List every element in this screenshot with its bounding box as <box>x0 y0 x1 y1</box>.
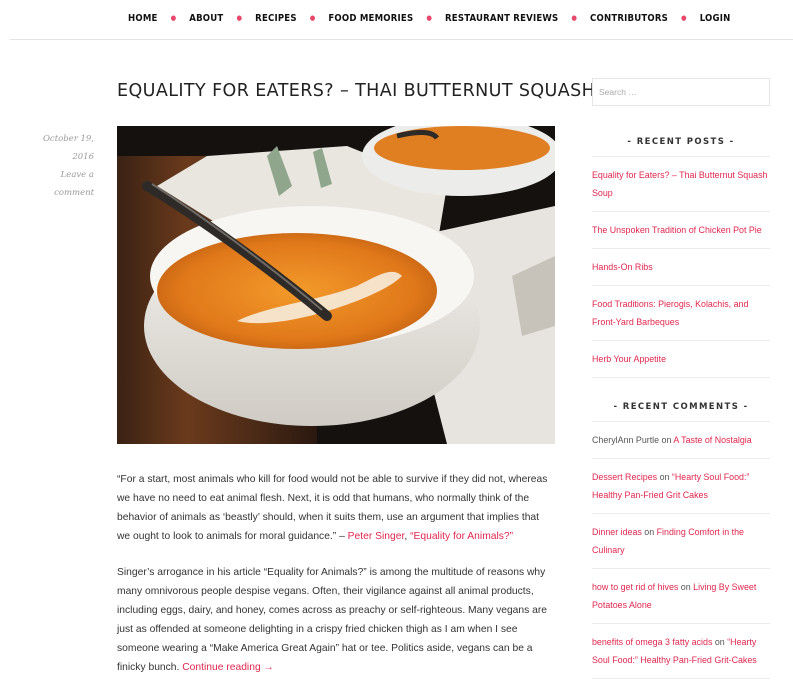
list-item: Equality for Eaters? – Thai Butternut Sq… <box>592 157 770 212</box>
recent-posts-title: - RECENT POSTS - <box>592 137 770 157</box>
comment-author-link[interactable]: Dessert Recipes <box>592 472 657 482</box>
comment-on-text: on <box>659 435 674 445</box>
comment-on-text: on <box>712 637 728 647</box>
list-item: CherylAnn Purtle on A Taste of Nostalgia <box>592 422 770 459</box>
quote-source-link[interactable]: “Equality for Animals?” <box>410 531 513 542</box>
comment-author-link[interactable]: benefits of omega 3 fatty acids <box>592 637 712 647</box>
leave-comment-link[interactable]: Leave a comment <box>22 166 94 202</box>
body-text: Singer’s arrogance in his article “Equal… <box>117 567 548 673</box>
post-title[interactable]: EQUALITY FOR EATERS? – THAI BUTTERNUT SQ… <box>117 78 651 104</box>
nav-item-food-memories[interactable]: FOOD MEMORIES <box>328 13 413 24</box>
post-content: “For a start, most animals who kill for … <box>117 470 555 684</box>
top-navigation: HOME ● ABOUT ● RECIPES ● FOOD MEMORIES ●… <box>10 0 793 40</box>
list-item: Dinner ideas on Finding Comfort in the C… <box>592 514 770 569</box>
comment-on-text: on <box>641 527 657 537</box>
comment-post-link[interactable]: A Taste of Nostalgia <box>673 435 751 445</box>
recent-post-link[interactable]: Hands-On Ribs <box>592 262 653 272</box>
recent-post-link[interactable]: The Unspoken Tradition of Chicken Pot Pi… <box>592 225 762 235</box>
nav-separator-icon: ● <box>170 14 177 22</box>
list-item: Dessert Recipes on “Hearty Soul Food:” H… <box>592 459 770 514</box>
list-item: The Unspoken Tradition of Chicken Pot Pi… <box>592 212 770 249</box>
post-featured-image <box>117 126 555 444</box>
post-date[interactable]: October 19, 2016 <box>22 130 94 166</box>
nav-menu: HOME ● ABOUT ● RECIPES ● FOOD MEMORIES ●… <box>10 0 793 36</box>
comment-author: CherylAnn Purtle <box>592 435 660 445</box>
soup-bowl-photo <box>117 126 555 444</box>
nav-separator-icon: ● <box>309 14 316 22</box>
nav-item-home[interactable]: HOME <box>128 13 158 24</box>
nav-item-restaurant-reviews[interactable]: RESTAURANT REVIEWS <box>445 13 558 24</box>
nav-item-about[interactable]: ABOUT <box>189 13 223 24</box>
comment-on-text: on <box>657 472 672 482</box>
continue-reading-link[interactable]: Continue reading → <box>182 662 274 673</box>
body-paragraph: Singer’s arrogance in his article “Equal… <box>117 563 555 677</box>
recent-post-link[interactable]: Herb Your Appetite <box>592 354 666 364</box>
nav-separator-icon: ● <box>236 14 243 22</box>
comment-author-link[interactable]: Dinner ideas <box>592 527 642 537</box>
comment-on-text: on <box>678 582 694 592</box>
recent-comments-title: - RECENT COMMENTS - <box>592 402 770 422</box>
post-meta: October 19, 2016 Leave a comment <box>22 130 94 202</box>
list-item: benefits of omega 3 fatty acids on “Hear… <box>592 624 770 679</box>
quote-author-link[interactable]: Peter Singer <box>348 531 405 542</box>
list-item: Food Traditions: Pierogis, Kolachis, and… <box>592 286 770 341</box>
search-input[interactable]: Search … <box>592 78 770 106</box>
nav-item-login[interactable]: LOGIN <box>700 13 731 24</box>
recent-post-link[interactable]: Equality for Eaters? – Thai Butternut Sq… <box>592 170 767 198</box>
recent-post-link[interactable]: Food Traditions: Pierogis, Kolachis, and… <box>592 299 748 327</box>
nav-separator-icon: ● <box>681 14 687 22</box>
recent-posts-list: Equality for Eaters? – Thai Butternut Sq… <box>592 157 770 378</box>
list-item: Hands-On Ribs <box>592 249 770 286</box>
nav-separator-icon: ● <box>571 14 578 22</box>
nav-item-contributors[interactable]: CONTRIBUTORS <box>590 13 668 24</box>
nav-item-recipes[interactable]: RECIPES <box>255 13 297 24</box>
nav-separator-icon: ● <box>426 14 433 22</box>
comment-author-link[interactable]: how to get rid of hives <box>592 582 678 592</box>
post-article: EQUALITY FOR EATERS? – THAI BUTTERNUT SQ… <box>117 78 651 673</box>
list-item: Herb Your Appetite <box>592 341 770 378</box>
quote-paragraph: “For a start, most animals who kill for … <box>117 470 555 546</box>
list-item: how to get rid of hives on Living By Swe… <box>592 569 770 624</box>
sidebar: Search … - RECENT POSTS - Equality for E… <box>592 78 770 679</box>
recent-comments-list: CherylAnn Purtle on A Taste of Nostalgia… <box>592 422 770 679</box>
